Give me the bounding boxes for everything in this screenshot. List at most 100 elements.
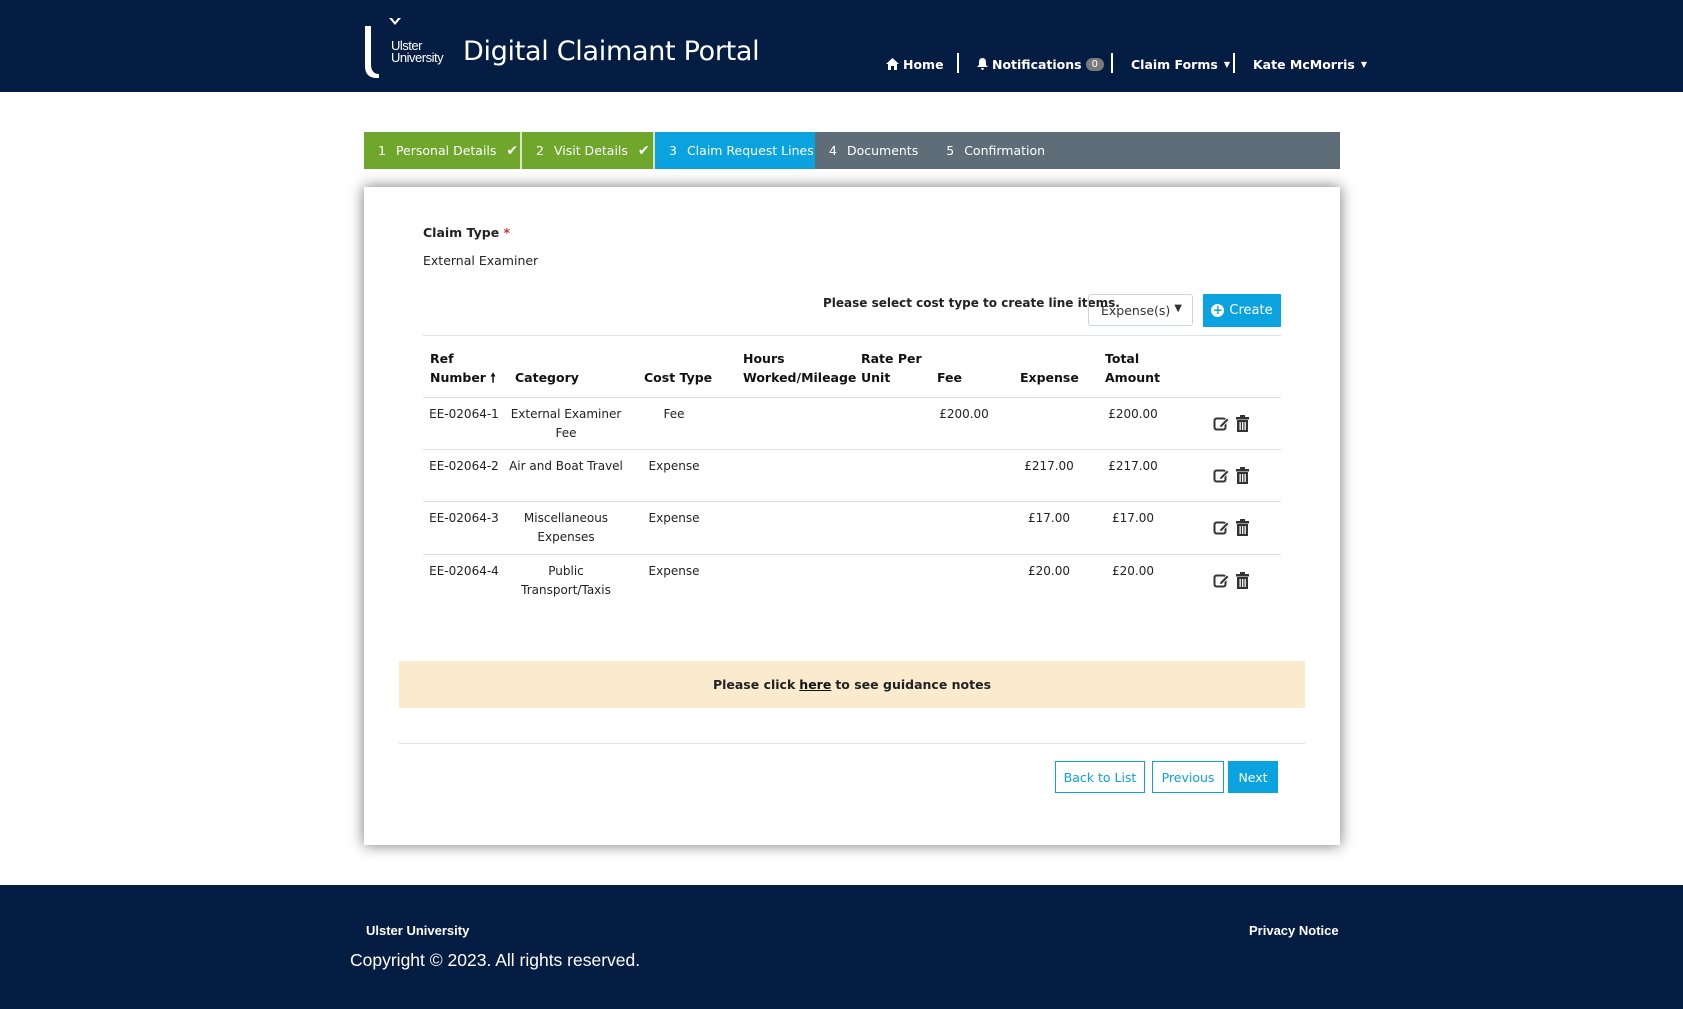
logo-mark-icon: [365, 26, 379, 78]
cell-cost-type: Fee: [663, 407, 685, 421]
claim-lines-card: Claim Type * External Examiner Please se…: [364, 187, 1340, 845]
wizard-step-personal-details[interactable]: 1 Personal Details ✔: [364, 132, 522, 169]
required-marker: *: [503, 225, 511, 240]
cell-ref: EE-02064-3: [429, 511, 499, 525]
row-actions: [1213, 415, 1251, 432]
cell-ref: EE-02064-2: [429, 459, 499, 473]
caret-down-icon: ▼: [1223, 59, 1230, 69]
cell-category: Public Transport/Taxis: [506, 562, 626, 600]
edit-icon[interactable]: [1213, 572, 1230, 589]
cell-category: External Examiner Fee: [506, 405, 626, 443]
step-label: Visit Details: [553, 143, 628, 158]
header-line: Worked/Mileage: [743, 370, 857, 385]
cell-category: Air and Boat Travel: [506, 457, 626, 476]
logo-chevron-icon: [389, 18, 401, 25]
create-button-label: Create: [1229, 303, 1273, 318]
sort-ascending-icon: 🠕: [490, 370, 496, 385]
back-to-list-button[interactable]: Back to List: [1055, 761, 1145, 793]
col-header-rate: Rate Per Unit: [861, 349, 922, 387]
cell-total: £200.00: [1108, 407, 1158, 421]
header-line: Unit: [861, 370, 891, 385]
col-header-expense: Expense: [1020, 370, 1079, 385]
trash-icon[interactable]: [1234, 467, 1251, 484]
logo-text: Ulster University: [391, 39, 444, 65]
trash-icon[interactable]: [1234, 415, 1251, 432]
col-header-cost-type: Cost Type: [644, 370, 713, 385]
header-line: Rate Per: [861, 351, 922, 366]
cost-type-select[interactable]: Expense(s) ▼: [1088, 294, 1193, 326]
claim-type-label: Claim Type *: [423, 225, 510, 240]
cell-total: £217.00: [1108, 459, 1158, 473]
cell-expense: £217.00: [1024, 459, 1074, 473]
row-divider: [423, 501, 1281, 502]
edit-icon[interactable]: [1213, 467, 1230, 484]
nav-divider: [957, 53, 959, 73]
row-divider: [423, 397, 1281, 398]
step-number: 3: [669, 143, 677, 158]
previous-button[interactable]: Previous: [1152, 761, 1224, 793]
step-number: 5: [946, 143, 955, 158]
nav-claim-forms[interactable]: Claim Forms ▼: [1131, 50, 1230, 78]
ulster-logo[interactable]: Ulster University: [361, 18, 447, 78]
footer: Ulster University Copyright © 2023. All …: [0, 885, 1683, 1009]
divider: [399, 743, 1305, 744]
bell-icon: [977, 58, 988, 70]
edit-icon[interactable]: [1213, 519, 1230, 536]
footer-copyright: Copyright © 2023. All rights reserved.: [350, 950, 641, 970]
next-button[interactable]: Next: [1228, 761, 1278, 793]
wizard-step-claim-request-lines[interactable]: 3 Claim Request Lines: [655, 132, 815, 169]
divider: [423, 335, 1281, 336]
cell-expense: £20.00: [1028, 564, 1070, 578]
notifications-count-badge: 0: [1085, 57, 1104, 71]
home-icon: [886, 58, 899, 70]
create-button[interactable]: + Create: [1203, 294, 1281, 327]
cost-type-select-value: Expense(s): [1101, 303, 1171, 318]
header-line: Amount: [1105, 370, 1161, 385]
cell-expense: £17.00: [1028, 511, 1070, 525]
check-icon: ✔: [506, 142, 519, 159]
header-line: Number: [430, 370, 486, 385]
cell-ref: EE-02064-1: [429, 407, 499, 421]
guidance-link[interactable]: here: [799, 677, 831, 692]
nav-user-menu[interactable]: Kate McMorris ▼: [1253, 50, 1367, 78]
cell-cost-type: Expense: [648, 459, 700, 473]
guidance-notes-banner: Please click here to see guidance notes: [399, 661, 1305, 708]
wizard-steps: 1 Personal Details ✔ 2 Visit Details ✔ 3…: [364, 132, 1340, 169]
col-header-fee: Fee: [937, 370, 962, 385]
wizard-step-visit-details[interactable]: 2 Visit Details ✔: [522, 132, 655, 169]
nav-user-label: Kate McMorris: [1253, 56, 1355, 72]
row-divider: [423, 449, 1281, 450]
cell-cost-type: Expense: [648, 564, 700, 578]
header-line: Ref: [430, 351, 454, 366]
privacy-notice-link[interactable]: Privacy Notice: [1249, 923, 1339, 938]
category-line: Transport/Taxis: [521, 583, 611, 597]
chevron-down-icon: ▼: [1174, 303, 1182, 314]
claim-type-value: External Examiner: [423, 253, 539, 268]
nav-home[interactable]: Home: [886, 50, 944, 78]
row-actions: [1213, 519, 1251, 536]
row-actions: [1213, 572, 1251, 589]
caret-down-icon: ▼: [1360, 59, 1368, 69]
col-header-ref-number[interactable]: Ref Number 🠕: [430, 349, 496, 387]
category-line: Expenses: [537, 530, 595, 544]
trash-icon[interactable]: [1234, 572, 1251, 589]
nav-notifications[interactable]: Notifications 0: [977, 50, 1104, 78]
category-line: Miscellaneous: [523, 511, 609, 525]
row-actions: [1213, 467, 1251, 484]
step-label: Personal Details: [395, 143, 497, 158]
trash-icon[interactable]: [1234, 519, 1251, 536]
logo-line-2: University: [391, 50, 444, 65]
nav-divider: [1111, 53, 1113, 73]
wizard-step-documents[interactable]: 4 Documents: [815, 132, 932, 169]
edit-icon[interactable]: [1213, 415, 1230, 432]
header-line: Total: [1105, 351, 1140, 366]
col-header-total: Total Amount: [1105, 349, 1160, 387]
col-header-category: Category: [515, 370, 579, 385]
nav-home-label: Home: [903, 56, 944, 72]
category-line: Air and Boat Travel: [509, 459, 623, 473]
category-line: Fee: [555, 426, 577, 440]
wizard-step-confirmation[interactable]: 5 Confirmation: [932, 132, 1059, 169]
plus-circle-icon: +: [1211, 303, 1225, 317]
guidance-suffix: to see guidance notes: [835, 677, 992, 692]
header-line: Hours: [743, 351, 785, 366]
